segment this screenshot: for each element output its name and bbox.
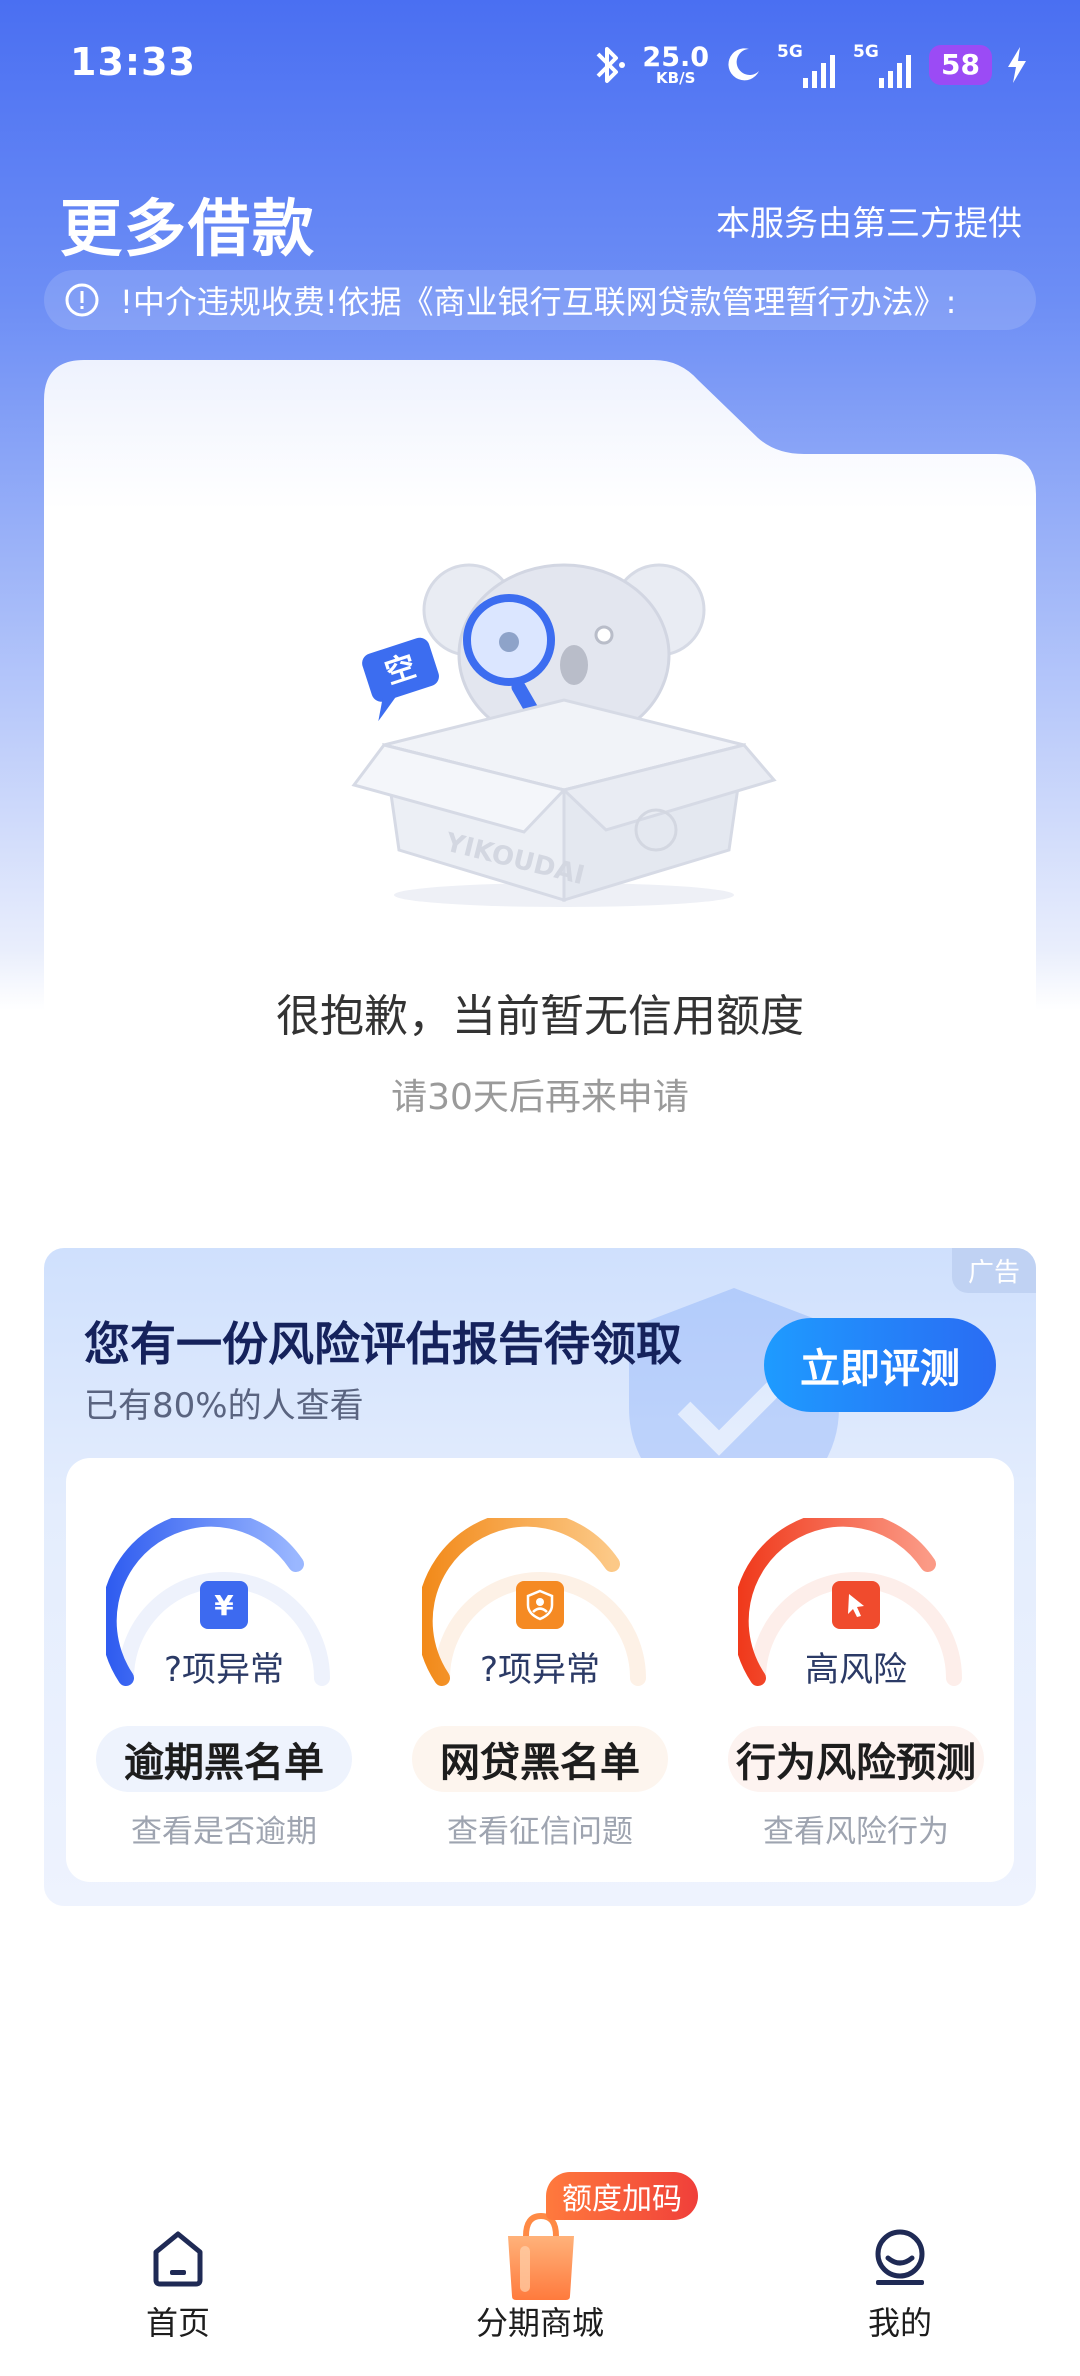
empty-state-title: 很抱歉，当前暂无信用额度 — [276, 991, 804, 1042]
signal-type: 5G — [853, 42, 879, 62]
home-icon — [153, 2231, 203, 2287]
risk-item-desc: 查看风险行为 — [763, 1814, 949, 1850]
status-bar: 13:33 25.0 KB/S 5G 5G 58 — [0, 0, 1080, 120]
battery-indicator: 58 — [929, 45, 992, 85]
notice-text: !中介违规收费!依据《商业银行互联网贷款管理暂行办法》: — [120, 283, 957, 321]
gauge-label: ?项异常 — [479, 1650, 601, 1690]
nav-label-profile: 我的 — [867, 2304, 932, 2342]
risk-item-name: 网贷黑名单 — [412, 1726, 668, 1792]
risk-item-overdue-blacklist[interactable]: ¥ ?项异常 逾期黑名单 查看是否逾期 — [66, 1458, 382, 1882]
evaluate-now-button[interactable]: 立即评测 — [764, 1318, 996, 1412]
risk-item-name: 逾期黑名单 — [96, 1726, 352, 1792]
gauge-label: 高风险 — [805, 1650, 907, 1690]
yen-icon: ¥ — [200, 1581, 248, 1629]
moon-icon — [728, 48, 760, 81]
cursor-icon — [832, 1581, 880, 1629]
page: 13:33 25.0 KB/S 5G 5G 58 更多借款 本服务由第三方提供 … — [0, 0, 1080, 2376]
charging-icon — [1008, 47, 1026, 83]
user-shield-icon — [516, 1581, 564, 1629]
shopping-bag-icon[interactable] — [500, 2210, 582, 2302]
network-speed-value: 25.0 — [642, 42, 710, 73]
risk-items-panel: ¥ ?项异常 逾期黑名单 查看是否逾期 ?项异常 网贷黑名单 查看征信问题 高风… — [66, 1458, 1014, 1882]
empty-box-koala-illustration: 空 YIKOUDAI — [351, 563, 777, 907]
signal-type: 5G — [777, 42, 803, 62]
risk-item-behavior-risk[interactable]: 高风险 行为风险预测 查看风险行为 — [698, 1458, 1014, 1882]
provider-note: 本服务由第三方提供 — [716, 204, 1022, 244]
signal-icon: 5G — [853, 42, 915, 88]
risk-card-title: 您有一份风险评估报告待领取 — [84, 1317, 682, 1371]
nav-item-home[interactable]: 首页 — [78, 2170, 278, 2376]
network-speed: 25.0 KB/S — [642, 44, 709, 86]
profile-icon — [875, 2229, 925, 2285]
page-title: 更多借款 — [60, 192, 317, 265]
empty-state-subtitle: 请30天后再来申请 — [391, 1077, 689, 1118]
ad-tag: 广告 — [951, 1248, 1036, 1293]
nav-promo-badge: 额度加码 — [546, 2172, 698, 2220]
risk-item-name: 行为风险预测 — [728, 1726, 984, 1792]
signal-icon: 5G — [777, 42, 839, 88]
status-icons: 25.0 KB/S 5G 5G 58 — [590, 40, 1028, 90]
empty-state-card: 空 YIKOUDAI 很抱歉，当前暂无信用额度 请30天后再来申请 — [44, 360, 1036, 1190]
bluetooth-icon — [596, 47, 626, 83]
risk-item-desc: 查看是否逾期 — [131, 1814, 317, 1850]
gauge-label: ?项异常 — [163, 1650, 285, 1690]
nav-item-profile[interactable]: 我的 — [800, 2170, 1000, 2376]
network-speed-unit: KB/S — [656, 69, 696, 87]
notice-bar[interactable]: !中介违规收费!依据《商业银行互联网贷款管理暂行办法》: — [44, 270, 1036, 330]
risk-item-desc: 查看征信问题 — [447, 1814, 633, 1850]
nav-label-home: 首页 — [145, 2304, 210, 2342]
info-icon — [65, 283, 99, 317]
nav-label-mall: 分期商城 — [475, 2304, 604, 2342]
status-time: 13:33 — [70, 40, 196, 84]
risk-item-online-loan-blacklist[interactable]: ?项异常 网贷黑名单 查看征信问题 — [382, 1458, 698, 1882]
risk-report-card[interactable]: 广告 您有一份风险评估报告待领取 已有80%的人查看 立即评测 ¥ ?项异常 逾 — [44, 1248, 1036, 1906]
risk-card-subtitle: 已有80%的人查看 — [84, 1386, 364, 1426]
